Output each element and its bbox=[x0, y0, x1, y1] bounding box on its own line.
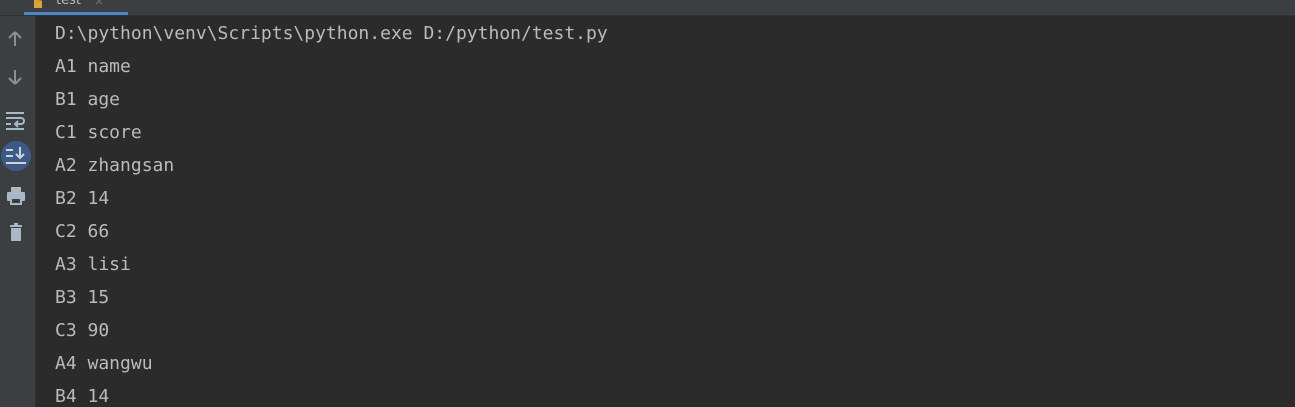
up-arrow-icon bbox=[8, 31, 22, 46]
console-line: C3 90 bbox=[55, 320, 110, 341]
console-line: D:\python\venv\Scripts\python.exe D:/pyt… bbox=[55, 23, 608, 44]
scroll-to-end-button[interactable] bbox=[3, 142, 31, 170]
down-arrow-button[interactable] bbox=[3, 64, 31, 92]
console-line: B1 age bbox=[55, 89, 121, 110]
console-line: B2 14 bbox=[55, 188, 110, 209]
console-output[interactable]: D:\python\venv\Scripts\python.exe D:/pyt… bbox=[36, 16, 1295, 407]
console-line: A3 lisi bbox=[55, 254, 131, 275]
scroll-to-end-icon bbox=[6, 147, 26, 164]
print-button[interactable] bbox=[3, 182, 31, 210]
run-console-window: test × D:\python\venv\Scripts\python.exe… bbox=[0, 0, 1295, 407]
console-line: B3 15 bbox=[55, 287, 110, 308]
trash-icon bbox=[10, 223, 22, 241]
down-arrow-icon bbox=[8, 70, 22, 85]
console-line: C1 score bbox=[55, 122, 142, 143]
console-line: A1 name bbox=[55, 56, 131, 77]
run-tab-strip: test × bbox=[0, 0, 1295, 16]
console-line: C2 66 bbox=[55, 221, 110, 242]
console-line: A4 wangwu bbox=[55, 353, 153, 374]
soft-wrap-icon bbox=[6, 112, 25, 130]
print-icon bbox=[7, 187, 25, 205]
console-line: A2 zhangsan bbox=[55, 155, 175, 176]
tab-label: test bbox=[56, 0, 81, 8]
clear-all-button[interactable] bbox=[3, 219, 31, 247]
up-arrow-button[interactable] bbox=[3, 26, 31, 54]
console-toolbar bbox=[0, 16, 36, 407]
console-line: B4 14 bbox=[55, 386, 110, 407]
tab-test[interactable]: test × bbox=[24, 0, 128, 15]
python-file-icon bbox=[34, 0, 42, 8]
soft-wrap-button[interactable] bbox=[3, 105, 31, 133]
tab-close-icon[interactable]: × bbox=[94, 0, 104, 9]
